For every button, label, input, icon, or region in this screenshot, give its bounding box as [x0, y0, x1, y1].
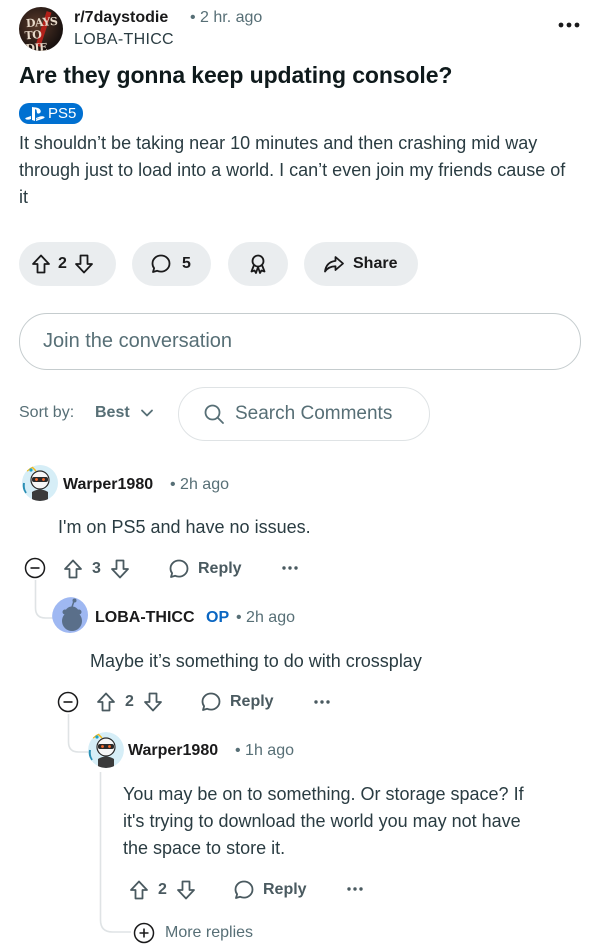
comment-body: You may be on to something. Or storage s…	[123, 781, 583, 862]
subreddit-avatar[interactable]: DAYS TO DIE	[19, 7, 63, 51]
comment-time-value: 1h ago	[245, 742, 294, 759]
join-conversation-input[interactable]: Join the conversation	[19, 313, 581, 370]
avatar[interactable]	[22, 465, 58, 501]
reply-label: Reply	[263, 881, 307, 898]
comment-body-line: the space to store it.	[123, 838, 286, 858]
post-time: • 2 hr. ago	[190, 9, 263, 26]
reply-button[interactable]: Reply	[233, 879, 307, 901]
comment-body-line: it's trying to download the world you ma…	[123, 811, 521, 831]
downvote-icon[interactable]	[109, 558, 131, 580]
comment-time: • 1h ago	[235, 742, 294, 759]
vote-bar: 2	[19, 242, 116, 286]
comment-icon	[168, 558, 190, 580]
avatar[interactable]	[88, 732, 124, 768]
downvote-icon[interactable]	[73, 253, 95, 275]
chevron-down-icon[interactable]	[140, 407, 154, 419]
comment-time-value: 2h ago	[180, 476, 229, 493]
collapse-thread-icon[interactable]	[57, 691, 79, 713]
share-icon	[323, 253, 345, 275]
upvote-icon[interactable]	[62, 558, 84, 580]
share-button[interactable]: Share	[304, 242, 418, 286]
search-icon	[203, 403, 225, 425]
post-flair: PS5	[19, 103, 84, 124]
post-title[interactable]: Are they gonna keep updating console?	[19, 62, 452, 89]
avatar[interactable]	[52, 597, 88, 633]
ellipsis-icon[interactable]	[345, 883, 365, 895]
ellipsis-icon[interactable]	[556, 18, 582, 32]
comment-icon	[150, 253, 172, 275]
downvote-icon[interactable]	[175, 879, 197, 901]
search-placeholder: Search Comments	[235, 403, 393, 424]
comment-author[interactable]: Warper1980	[128, 742, 218, 760]
subreddit-avatar-text-bottom: TO DIE	[24, 28, 48, 51]
reply-label: Reply	[198, 560, 242, 577]
search-comments-input[interactable]: Search Comments	[178, 387, 430, 441]
sort-label: Sort by:	[19, 404, 75, 421]
collapse-thread-icon[interactable]	[24, 557, 46, 579]
award-button[interactable]	[228, 242, 288, 286]
more-replies-label: More replies	[165, 924, 254, 941]
upvote-icon[interactable]	[128, 879, 150, 901]
comment-body: I'm on PS5 and have no issues.	[58, 517, 311, 537]
downvote-icon[interactable]	[142, 691, 164, 713]
comment-vote-bar: 2	[95, 691, 164, 713]
vote-count: 2	[58, 255, 67, 272]
more-replies-button[interactable]: More replies	[133, 922, 253, 944]
comment-author[interactable]: LOBA-THICC	[95, 609, 195, 627]
comment-time-value: 2h ago	[246, 609, 295, 626]
vote-count: 2	[125, 693, 134, 710]
ellipsis-icon[interactable]	[312, 696, 332, 708]
subreddit-name[interactable]: r/7daystodie	[74, 9, 168, 27]
flair-label: PS5	[48, 105, 77, 122]
plus-circle-icon	[133, 922, 155, 944]
op-badge: OP	[206, 609, 230, 626]
comment-count: 5	[182, 255, 191, 272]
comment-body-line: You may be on to something. Or storage s…	[123, 784, 524, 804]
playstation-icon	[24, 106, 46, 122]
comment-time: • 2h ago	[236, 609, 295, 626]
reply-button[interactable]: Reply	[168, 558, 242, 580]
post-body: It shouldn’t be taking near 10 minutes a…	[19, 133, 566, 207]
reply-label: Reply	[230, 693, 274, 710]
share-label: Share	[353, 255, 398, 272]
ellipsis-icon[interactable]	[280, 562, 300, 574]
comments-button[interactable]: 5	[132, 242, 211, 286]
comment-author[interactable]: Warper1980	[63, 476, 153, 494]
comment-vote-bar: 3	[62, 558, 131, 580]
reply-button[interactable]: Reply	[200, 691, 274, 713]
upvote-icon[interactable]	[95, 691, 117, 713]
vote-count: 3	[92, 560, 101, 577]
comment-icon	[200, 691, 222, 713]
comment-icon	[233, 879, 255, 901]
comment-time: • 2h ago	[170, 476, 229, 493]
upvote-icon[interactable]	[30, 253, 52, 275]
vote-count: 2	[158, 881, 167, 898]
comment-vote-bar: 2	[128, 879, 197, 901]
sort-dropdown[interactable]: Best	[95, 404, 130, 422]
join-conversation-placeholder: Join the conversation	[43, 330, 233, 352]
comment-body: Maybe it’s something to do with crosspla…	[90, 651, 422, 671]
post-author[interactable]: LOBA-THICC	[74, 31, 174, 49]
award-icon	[247, 253, 269, 275]
